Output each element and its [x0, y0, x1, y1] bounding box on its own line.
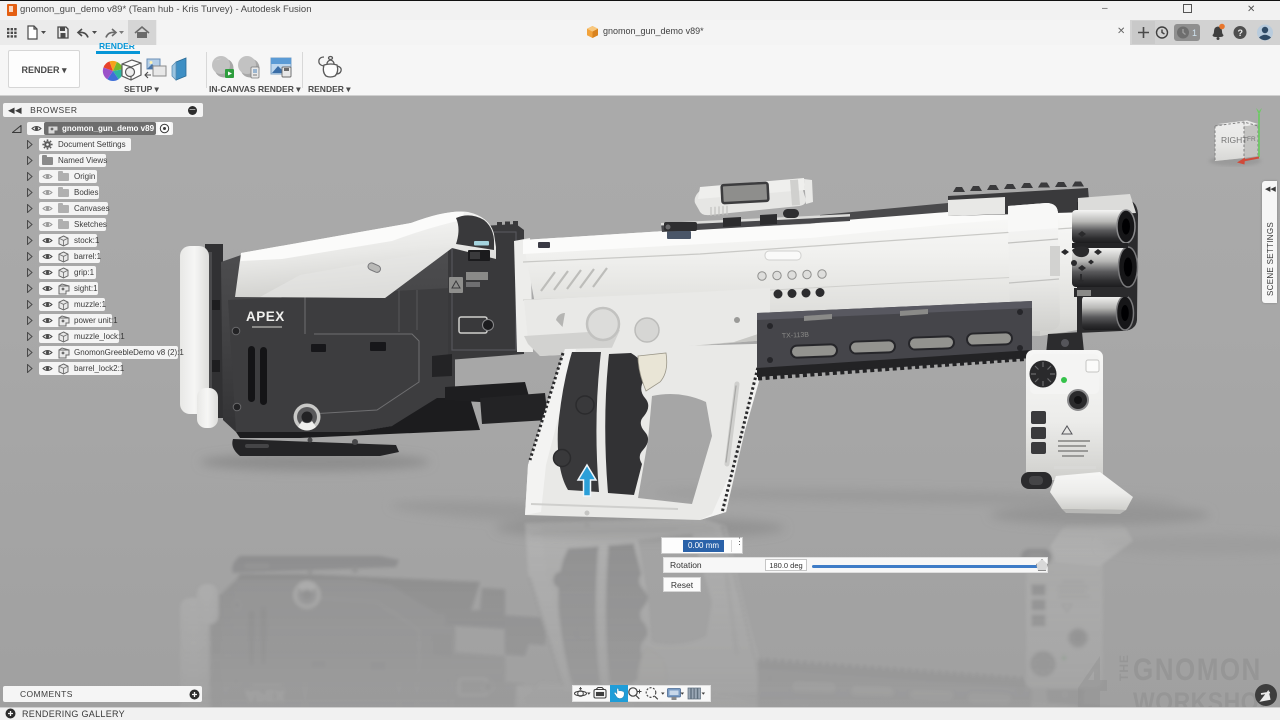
svg-text:?: ? — [1238, 28, 1244, 38]
svg-text:THE: THE — [1117, 654, 1131, 681]
svg-text:GNOMON: GNOMON — [1133, 653, 1262, 688]
svg-text:RIGHT: RIGHT — [1221, 135, 1247, 145]
svg-text:1: 1 — [1192, 28, 1197, 38]
svg-text:FR: FR — [1247, 136, 1256, 143]
